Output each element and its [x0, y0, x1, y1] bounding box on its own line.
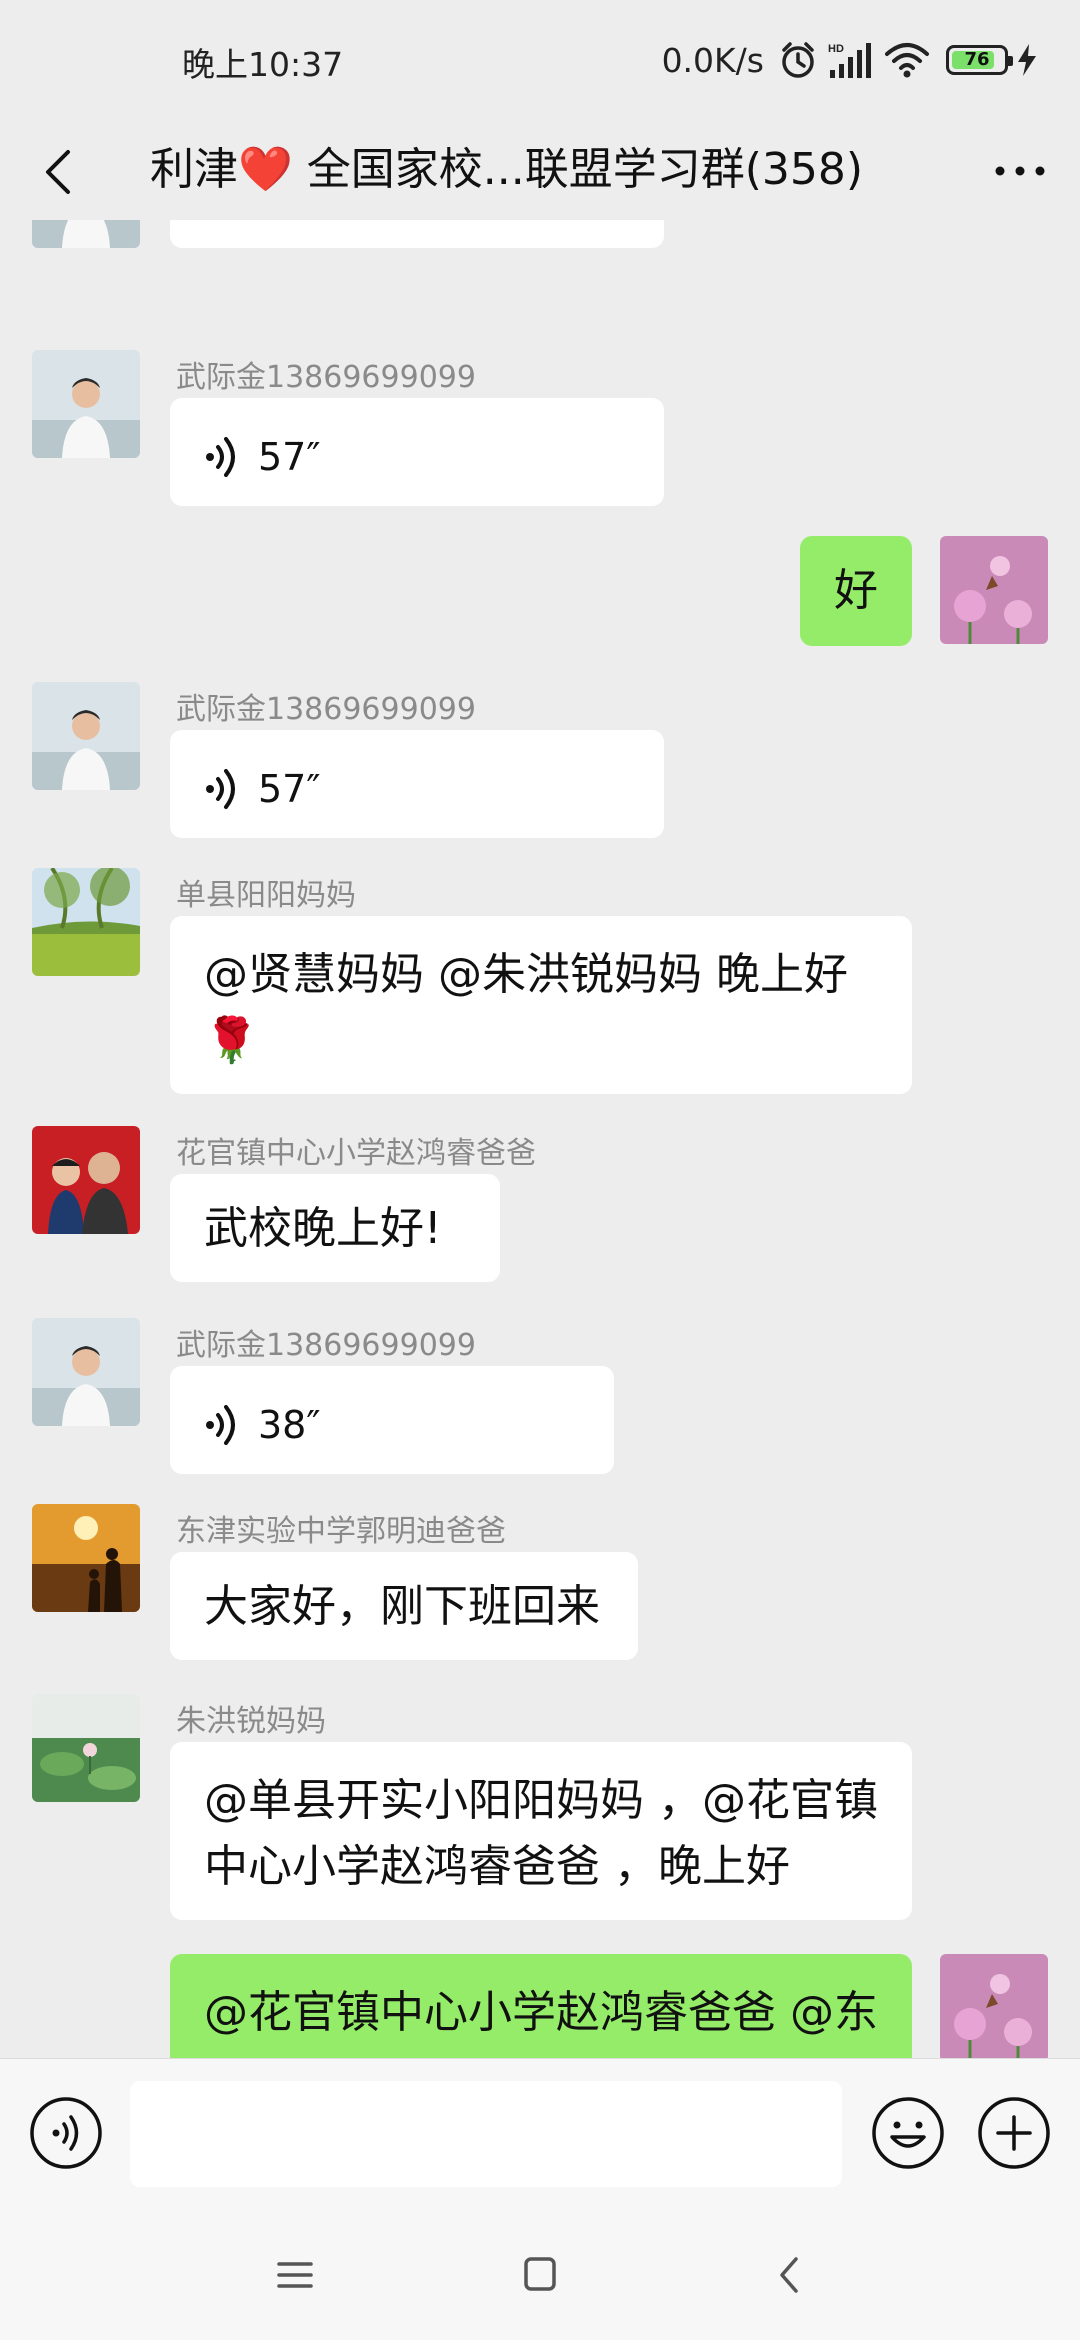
emoji-icon[interactable]	[870, 2095, 946, 2171]
text-message-bubble[interactable]: 好	[800, 536, 912, 646]
home-icon[interactable]	[510, 2250, 570, 2300]
plus-icon[interactable]	[976, 2095, 1052, 2171]
voice-message: 57″	[204, 756, 630, 822]
signal-icon: HD	[828, 43, 871, 78]
back-arrow-icon[interactable]	[30, 142, 90, 202]
sender-name: 东津实验中学郭明迪爸爸	[176, 1514, 506, 1549]
status-time: 晚上10:37	[182, 45, 344, 84]
voice-icon	[206, 769, 235, 809]
battery-indicator: 76	[946, 45, 1013, 75]
message-item: 武际金13869699099 38″	[0, 1318, 1080, 1498]
avatar[interactable]	[32, 682, 140, 790]
avatar[interactable]	[32, 1318, 140, 1426]
voice-message: 38″	[204, 1392, 580, 1458]
voice-icon	[206, 1405, 235, 1445]
message-item-mine: 好	[0, 536, 1080, 656]
back-nav-icon[interactable]	[760, 2250, 820, 2300]
alarm-icon	[782, 42, 814, 78]
menu-icon[interactable]	[265, 2250, 325, 2300]
message-item: 单县阳阳妈妈 @贤慧妈妈 @朱洪锐妈妈 晚上好🌹	[0, 868, 1080, 1108]
voice-duration: 57″	[258, 767, 321, 811]
text-message-bubble[interactable]: 大家好，刚下班回来	[170, 1552, 638, 1660]
text-message-bubble[interactable]: @贤慧妈妈 @朱洪锐妈妈 晚上好🌹	[170, 916, 912, 1094]
avatar[interactable]	[32, 350, 140, 458]
avatar[interactable]	[32, 1694, 140, 1802]
message-item: 东津实验中学郭明迪爸爸 大家好，刚下班回来	[0, 1504, 1080, 1684]
text-message-bubble[interactable]: 武校晚上好!	[170, 1174, 500, 1282]
status-bar: 晚上10:37 0.0K/s HD 76	[0, 0, 1080, 120]
sender-name: 武际金13869699099	[176, 1328, 476, 1363]
voice-icon	[206, 437, 235, 477]
message-item-mine: @花官镇中心小学赵鸿睿爸爸 @东	[0, 1954, 1080, 2058]
text-message-bubble[interactable]: @单县开实小阳阳妈妈 ，@花官镇中心小学赵鸿睿爸爸 ，晚上好	[170, 1742, 912, 1920]
sender-name: 朱洪锐妈妈	[176, 1704, 326, 1739]
voice-message-bubble[interactable]: 51″	[170, 220, 664, 248]
avatar[interactable]	[32, 868, 140, 976]
status-icons: 0.0K/s HD 76	[662, 36, 1038, 84]
voice-input-icon[interactable]	[28, 2095, 104, 2171]
my-avatar[interactable]	[940, 1954, 1048, 2058]
voice-message: 57″	[204, 424, 630, 490]
battery-level: 76	[964, 49, 990, 70]
sender-name: 武际金13869699099	[176, 692, 476, 727]
battery-tip	[1008, 56, 1013, 66]
system-nav-bar	[0, 2210, 1080, 2340]
sender-name: 单县阳阳妈妈	[176, 878, 356, 913]
avatar[interactable]	[32, 220, 140, 248]
svg-text:HD: HD	[828, 43, 844, 55]
chat-message-list[interactable]: 51″ 武际金13869699099 57″	[0, 220, 1080, 2058]
voice-message: 51″	[204, 220, 630, 232]
wifi-icon	[885, 43, 929, 78]
sender-name: 武际金13869699099	[176, 360, 476, 395]
voice-duration: 57″	[258, 435, 321, 479]
avatar[interactable]	[32, 1126, 140, 1234]
input-bar	[0, 2058, 1080, 2210]
my-avatar[interactable]	[940, 536, 1048, 644]
avatar[interactable]	[32, 1504, 140, 1612]
message-item: 武际金13869699099 57″	[0, 682, 1080, 862]
voice-message-bubble[interactable]: 57″	[170, 730, 664, 838]
chat-title[interactable]: 利津❤️ 全国家校...联盟学习群(358)	[150, 130, 910, 210]
voice-duration: 51″	[258, 220, 321, 232]
net-speed: 0.0K/s	[661, 40, 764, 80]
voice-icon	[204, 220, 240, 221]
more-icon[interactable]	[990, 146, 1050, 196]
text-message-bubble[interactable]: @花官镇中心小学赵鸿睿爸爸 @东	[170, 1954, 912, 2058]
sender-name: 花官镇中心小学赵鸿睿爸爸	[176, 1136, 536, 1171]
voice-message-bubble[interactable]: 38″	[170, 1366, 614, 1474]
voice-message-bubble[interactable]: 57″	[170, 398, 664, 506]
charging-icon	[1018, 44, 1036, 76]
message-item: 朱洪锐妈妈 @单县开实小阳阳妈妈 ，@花官镇中心小学赵鸿睿爸爸 ，晚上好	[0, 1694, 1080, 1934]
message-item: 武际金13869699099 57″	[0, 350, 1080, 530]
message-item: 花官镇中心小学赵鸿睿爸爸 武校晚上好!	[0, 1126, 1080, 1306]
chat-header: 利津❤️ 全国家校...联盟学习群(358)	[0, 120, 1080, 220]
message-input[interactable]	[130, 2081, 842, 2187]
message-item: 51″	[0, 220, 1080, 340]
voice-duration: 38″	[258, 1403, 321, 1447]
